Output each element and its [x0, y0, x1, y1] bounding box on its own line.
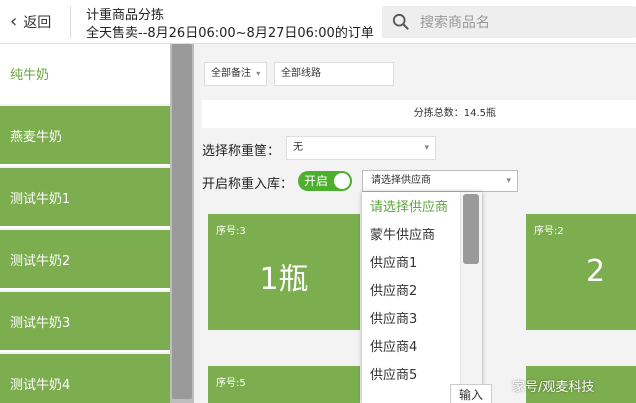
sidebar-item-test-milk-2[interactable]: 测试牛奶2: [0, 230, 170, 290]
total-count: 分拣总数：14.5瓶: [413, 108, 496, 119]
total-summary: 分拣总数：14.5瓶: [202, 100, 636, 128]
watermark-text: 家号/观麦科技: [512, 380, 595, 395]
route-filter-select[interactable]: 全部线路: [274, 62, 394, 86]
sidebar-item-test-milk-3[interactable]: 测试牛奶3: [0, 292, 170, 352]
page-title: 计重商品分拣: [86, 8, 165, 23]
remark-filter-select[interactable]: 全部备注 ▾: [204, 62, 268, 86]
dropdown-option[interactable]: 蒙牛供应商: [362, 222, 462, 250]
toggle-knob: [334, 173, 350, 189]
restock-label: 开启称重入库：: [202, 177, 294, 192]
toggle-text: 开启: [304, 174, 329, 188]
card-number: 序号:2: [534, 226, 564, 237]
back-button[interactable]: ‹ 返回: [10, 12, 51, 32]
sidebar-item-label: 测试牛奶3: [10, 315, 71, 331]
sorting-card[interactable]: 序号:3 1瓶: [208, 214, 360, 330]
sidebar-item-label: 测试牛奶1: [10, 191, 71, 207]
page-subtitle: 全天售卖--8月26日06:00~8月27日06:00的订单: [86, 26, 374, 41]
supplier-dropdown: 请选择供应商 蒙牛供应商 供应商1 供应商2 供应商3 供应商4 供应商5: [362, 192, 482, 403]
basket-label: 选择称重筐：: [202, 144, 281, 159]
dropdown-scrollbar-thumb[interactable]: [463, 194, 479, 264]
chevron-left-icon: ‹: [10, 11, 18, 32]
sidebar-item-test-milk-4[interactable]: 测试牛奶4: [0, 354, 170, 403]
restock-toggle[interactable]: 开启: [298, 171, 352, 191]
dropdown-option[interactable]: 供应商5: [362, 362, 462, 390]
caret-down-icon: ▾: [506, 176, 511, 186]
caret-down-icon: ▾: [256, 69, 261, 78]
sidebar-item-oat-milk[interactable]: 燕麦牛奶: [0, 106, 170, 166]
sorting-card[interactable]: 序号:5: [208, 366, 360, 403]
route-filter-value: 全部线路: [281, 68, 321, 79]
card-number: 序号:3: [216, 226, 246, 237]
supplier-select[interactable]: 请选择供应商 ▾: [362, 170, 518, 192]
dropdown-option[interactable]: 供应商2: [362, 278, 462, 306]
sidebar-item-label: 燕麦牛奶: [10, 129, 63, 145]
supplier-value: 请选择供应商: [371, 175, 431, 186]
sidebar-item-label: 纯牛奶: [10, 67, 50, 83]
sidebar-scrollbar-thumb[interactable]: [172, 44, 192, 399]
app-root: ‹ 返回 计重商品分拣 全天售卖--8月26日06:00~8月27日06:00的…: [0, 0, 636, 403]
header-divider: [70, 6, 71, 38]
card-number: 序号:5: [216, 378, 246, 389]
dropdown-option[interactable]: 供应商1: [362, 250, 462, 278]
search-input[interactable]: 搜索商品名: [382, 6, 636, 38]
dropdown-option[interactable]: 供应商3: [362, 306, 462, 334]
sidebar-item-label: 测试牛奶4: [10, 377, 71, 393]
basket-value: 无: [293, 142, 303, 153]
search-placeholder: 搜索商品名: [420, 15, 490, 31]
input-button[interactable]: 输入: [450, 384, 492, 403]
dropdown-option[interactable]: 请选择供应商: [362, 194, 462, 222]
basket-select[interactable]: 无 ▾: [286, 136, 436, 160]
card-quantity: 1瓶: [259, 262, 309, 297]
sidebar-item-pure-milk[interactable]: 纯牛奶: [0, 44, 170, 104]
dropdown-option[interactable]: 供应商4: [362, 334, 462, 362]
card-quantity: 2: [586, 254, 606, 289]
sidebar-item-label: 测试牛奶2: [10, 253, 71, 269]
remark-filter-value: 全部备注: [211, 68, 251, 79]
search-icon: [392, 13, 409, 30]
product-sidebar: 纯牛奶 燕麦牛奶 测试牛奶1 测试牛奶2 测试牛奶3 测试牛奶4: [0, 44, 170, 403]
back-label: 返回: [23, 15, 52, 31]
top-header: ‹ 返回 计重商品分拣 全天售卖--8月26日06:00~8月27日06:00的…: [0, 0, 636, 44]
sorting-card[interactable]: 序号:2 2: [526, 214, 636, 330]
sidebar-item-test-milk-1[interactable]: 测试牛奶1: [0, 168, 170, 228]
caret-down-icon: ▾: [424, 143, 429, 153]
